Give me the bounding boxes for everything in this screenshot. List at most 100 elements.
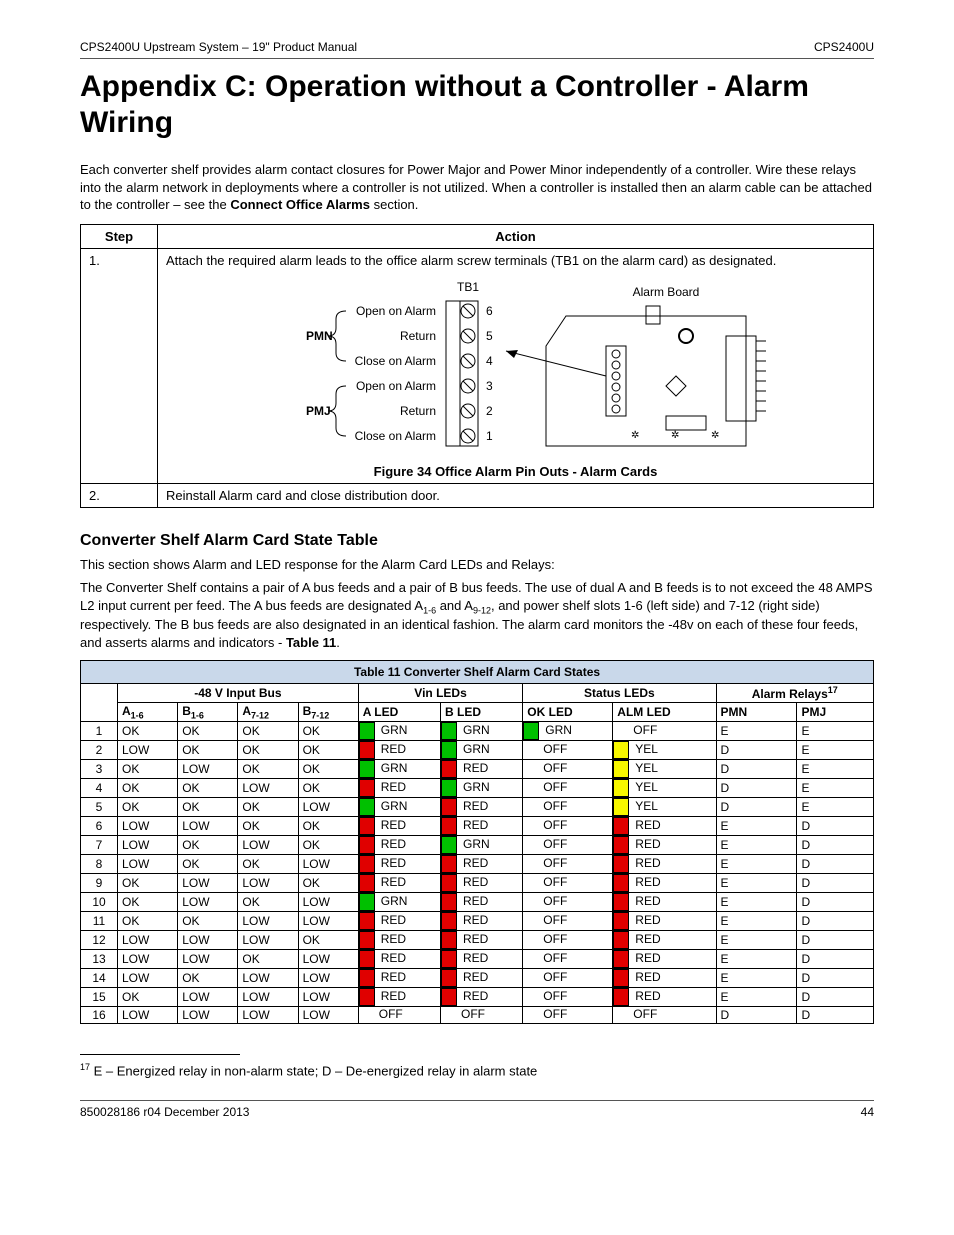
- pmj-cell: D: [797, 873, 874, 892]
- row-number: 6: [81, 816, 118, 835]
- bus-cell: LOW: [238, 911, 298, 930]
- led-cell: RED: [441, 987, 523, 1006]
- pmj-cell: E: [797, 778, 874, 797]
- bus-cell: LOW: [178, 759, 238, 778]
- led-cell: RED: [358, 740, 440, 759]
- bus-cell: OK: [238, 797, 298, 816]
- pmj-cell: E: [797, 740, 874, 759]
- bus-cell: OK: [238, 854, 298, 873]
- col-header: B1-6: [178, 702, 238, 721]
- col-header: A LED: [358, 702, 440, 721]
- bus-cell: LOW: [118, 1006, 178, 1023]
- led-cell: RED: [613, 987, 716, 1006]
- group-vin: Vin LEDs: [358, 683, 523, 702]
- led-cell: RED: [613, 816, 716, 835]
- figure-34: TB1 Open on Alarm6Return5Close on Alarm4…: [166, 276, 865, 456]
- table-row: 12LOWLOWLOWOKREDREDOFFREDED: [81, 930, 874, 949]
- pmn-cell: D: [716, 797, 797, 816]
- col-header: PMN: [716, 702, 797, 721]
- footer-right: 44: [861, 1105, 874, 1119]
- led-cell: OFF: [523, 892, 613, 911]
- svg-text:✲: ✲: [711, 430, 719, 441]
- section-2-p1: This section shows Alarm and LED respons…: [80, 556, 874, 574]
- pmn-cell: E: [716, 873, 797, 892]
- bus-cell: OK: [238, 721, 298, 740]
- bus-cell: OK: [298, 759, 358, 778]
- step-number: 1.: [81, 248, 158, 483]
- led-cell: RED: [441, 949, 523, 968]
- row-number: 16: [81, 1006, 118, 1023]
- bus-cell: LOW: [298, 968, 358, 987]
- bus-cell: OK: [118, 759, 178, 778]
- led-cell: RED: [358, 835, 440, 854]
- led-cell: YEL: [613, 740, 716, 759]
- pmj-cell: D: [797, 1006, 874, 1023]
- led-cell: RED: [441, 759, 523, 778]
- led-cell: GRN: [358, 721, 440, 740]
- led-cell: RED: [358, 778, 440, 797]
- step-number: 2.: [81, 483, 158, 507]
- bus-cell: LOW: [118, 968, 178, 987]
- led-cell: YEL: [613, 759, 716, 778]
- col-header: ALM LED: [613, 702, 716, 721]
- table-row: 7LOWOKLOWOKREDGRNOFFREDED: [81, 835, 874, 854]
- header-left: CPS2400U Upstream System – 19" Product M…: [80, 40, 357, 54]
- bus-cell: OK: [238, 759, 298, 778]
- bus-cell: LOW: [298, 797, 358, 816]
- led-cell: RED: [613, 835, 716, 854]
- row-number: 1: [81, 721, 118, 740]
- svg-text:1: 1: [486, 429, 493, 443]
- svg-text:PMJ: PMJ: [306, 404, 331, 418]
- section-2-title: Converter Shelf Alarm Card State Table: [80, 532, 874, 550]
- svg-text:Alarm Board: Alarm Board: [632, 285, 699, 299]
- row-number: 8: [81, 854, 118, 873]
- bus-cell: LOW: [178, 1006, 238, 1023]
- led-cell: GRN: [358, 759, 440, 778]
- led-cell: RED: [441, 816, 523, 835]
- led-cell: OFF: [523, 778, 613, 797]
- bus-cell: LOW: [118, 949, 178, 968]
- bus-cell: LOW: [238, 987, 298, 1006]
- bus-cell: LOW: [298, 987, 358, 1006]
- row-number: 4: [81, 778, 118, 797]
- pmn-cell: E: [716, 892, 797, 911]
- pmj-cell: D: [797, 911, 874, 930]
- svg-text:Close on Alarm: Close on Alarm: [354, 354, 435, 368]
- bus-cell: LOW: [118, 740, 178, 759]
- bus-cell: OK: [118, 911, 178, 930]
- col-header: A1-6: [118, 702, 178, 721]
- table-11-title: Table 11 Converter Shelf Alarm Card Stat…: [81, 660, 874, 683]
- table-row: 8LOWOKOKLOWREDREDOFFREDED: [81, 854, 874, 873]
- led-cell: RED: [358, 854, 440, 873]
- figure-caption: Figure 34 Office Alarm Pin Outs - Alarm …: [166, 464, 865, 479]
- led-cell: YEL: [613, 778, 716, 797]
- bus-cell: LOW: [298, 949, 358, 968]
- bus-cell: LOW: [178, 987, 238, 1006]
- pmj-cell: E: [797, 759, 874, 778]
- svg-text:Open on Alarm: Open on Alarm: [355, 304, 435, 318]
- page-title: Appendix C: Operation without a Controll…: [80, 69, 874, 141]
- svg-text:TB1: TB1: [456, 280, 478, 294]
- bus-cell: LOW: [298, 892, 358, 911]
- led-cell: OFF: [523, 797, 613, 816]
- pmn-cell: E: [716, 930, 797, 949]
- svg-text:2: 2: [486, 404, 493, 418]
- bus-cell: OK: [178, 740, 238, 759]
- bus-cell: LOW: [298, 911, 358, 930]
- row-number: 3: [81, 759, 118, 778]
- bus-cell: OK: [178, 797, 238, 816]
- led-cell: RED: [441, 854, 523, 873]
- pmn-cell: D: [716, 778, 797, 797]
- table-row: 5OKOKOKLOWGRNREDOFFYELDE: [81, 797, 874, 816]
- bus-cell: LOW: [238, 778, 298, 797]
- bus-cell: OK: [298, 873, 358, 892]
- pmn-cell: E: [716, 721, 797, 740]
- bus-cell: LOW: [118, 816, 178, 835]
- led-cell: OFF: [523, 854, 613, 873]
- svg-text:Return: Return: [399, 404, 435, 418]
- footnote-rule: [80, 1054, 240, 1055]
- bus-cell: LOW: [178, 892, 238, 911]
- bus-cell: OK: [298, 740, 358, 759]
- led-cell: GRN: [358, 797, 440, 816]
- svg-text:5: 5: [486, 329, 493, 343]
